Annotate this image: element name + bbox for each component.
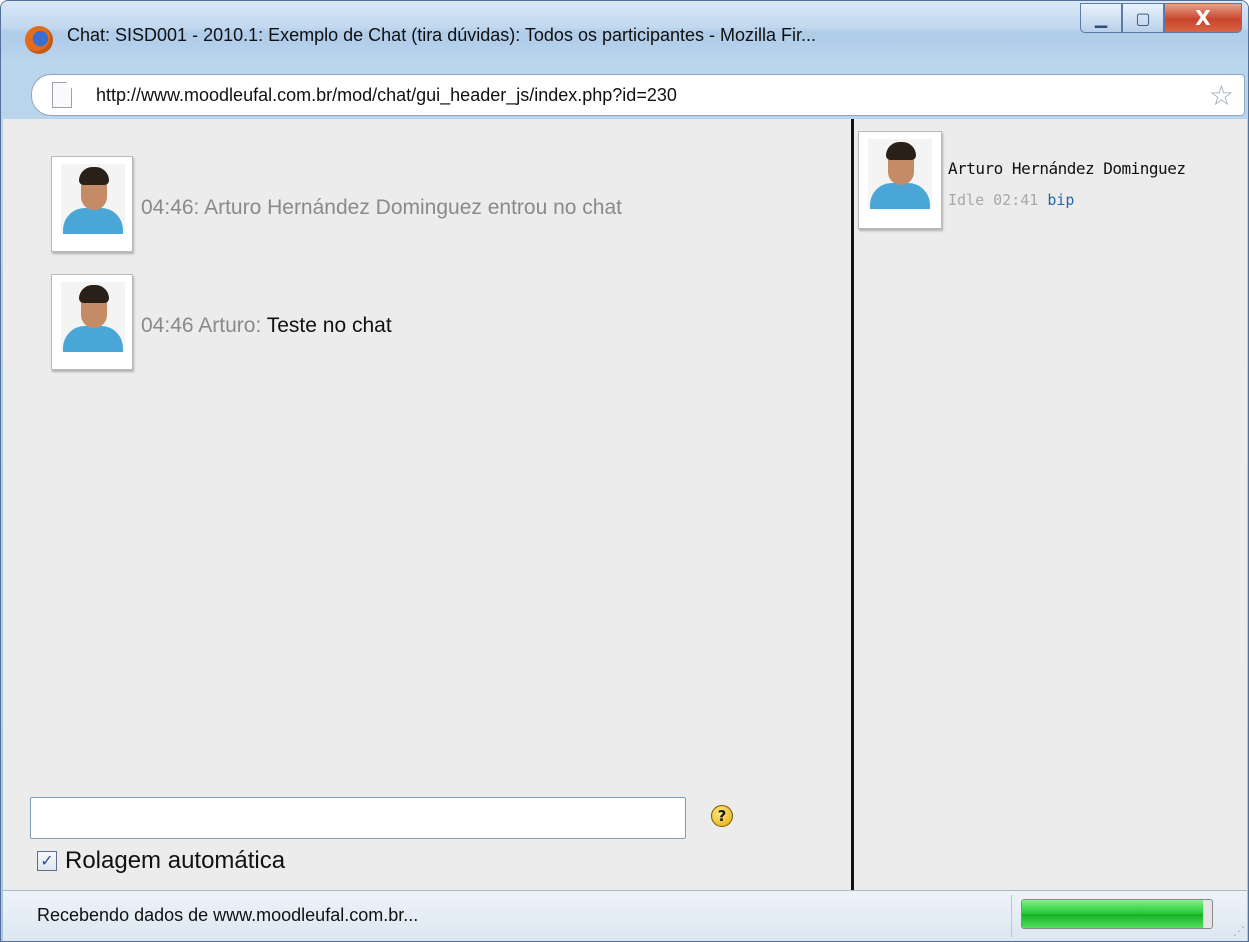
minimize-button[interactable]: ▁ xyxy=(1080,3,1122,33)
message-text: Teste no chat xyxy=(266,314,392,337)
status-separator xyxy=(1011,895,1012,937)
message-system-text: Arturo Hernández Dominguez entrou no cha… xyxy=(204,196,622,219)
status-text: Recebendo dados de www.moodleufal.com.br… xyxy=(37,905,419,925)
users-pane: Arturo Hernández Dominguez Idle 02:41 bi… xyxy=(854,119,1247,890)
user-name: Arturo Hernández Dominguez xyxy=(948,159,1186,178)
user-idle-time: Idle 02:41 xyxy=(948,191,1039,209)
messages-pane: 04:46: Arturo Hernández Dominguez entrou… xyxy=(3,119,851,890)
message-user: Arturo xyxy=(198,314,256,337)
user-status: Idle 02:41 bip xyxy=(948,191,1074,209)
help-icon[interactable]: ? xyxy=(711,805,733,827)
bookmark-star-icon[interactable]: ☆ xyxy=(1209,79,1234,112)
user-photo xyxy=(61,164,125,234)
close-button[interactable]: X xyxy=(1164,3,1242,33)
autoscroll-checkbox[interactable]: ✓ xyxy=(37,851,57,871)
window-controls: ▁ ▢ X xyxy=(1080,3,1242,39)
chat-content: 04:46: Arturo Hernández Dominguez entrou… xyxy=(3,119,1247,890)
browser-window: Chat: SISD001 - 2010.1: Exemplo de Chat … xyxy=(0,0,1249,942)
chat-message: 04:46 Arturo: Teste no chat xyxy=(141,314,392,338)
user-photo xyxy=(61,282,125,352)
bip-link[interactable]: bip xyxy=(1047,191,1074,209)
progress-fill xyxy=(1022,900,1203,928)
avatar xyxy=(51,274,133,370)
message-separator: : xyxy=(255,314,262,337)
user-photo xyxy=(868,139,932,209)
page-icon xyxy=(52,82,72,108)
message-time: 04:46: xyxy=(141,196,200,219)
address-bar[interactable]: http://www.moodleufal.com.br/mod/chat/gu… xyxy=(31,74,1245,116)
window-title: Chat: SISD001 - 2010.1: Exemplo de Chat … xyxy=(67,25,817,45)
avatar xyxy=(858,131,942,229)
maximize-button[interactable]: ▢ xyxy=(1122,3,1164,33)
url-text[interactable]: http://www.moodleufal.com.br/mod/chat/gu… xyxy=(96,85,677,106)
chat-message-join: 04:46: Arturo Hernández Dominguez entrou… xyxy=(141,196,622,220)
title-bar[interactable]: Chat: SISD001 - 2010.1: Exemplo de Chat … xyxy=(1,1,1248,59)
progress-bar xyxy=(1021,899,1213,929)
autoscroll-label: Rolagem automática xyxy=(65,847,286,874)
resize-grip[interactable]: ⋰ xyxy=(1233,924,1245,938)
firefox-icon xyxy=(25,26,53,54)
avatar xyxy=(51,156,133,252)
status-bar: Recebendo dados de www.moodleufal.com.br… xyxy=(3,890,1247,941)
message-input[interactable] xyxy=(30,797,686,839)
autoscroll-option[interactable]: ✓ Rolagem automática xyxy=(37,847,285,875)
message-time: 04:46 xyxy=(141,314,194,337)
